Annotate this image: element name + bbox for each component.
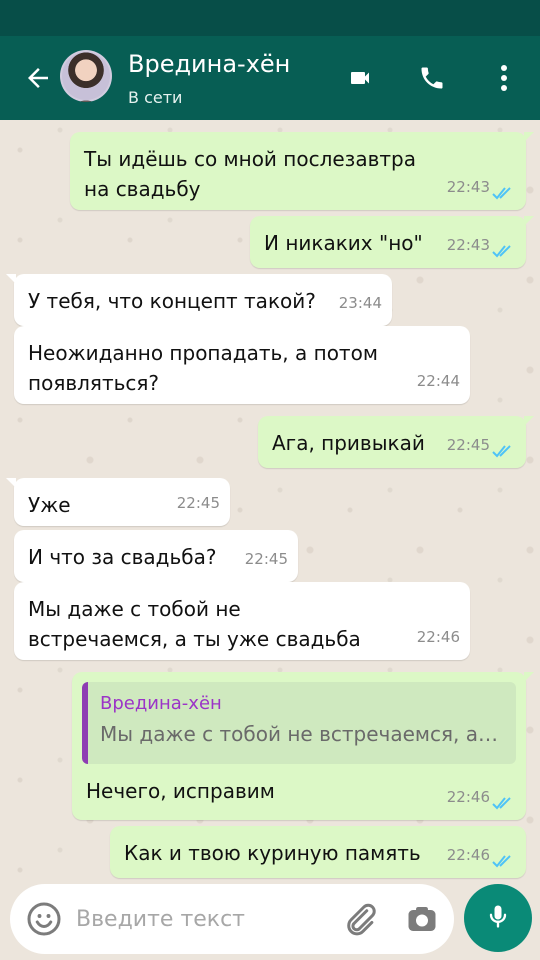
message-time: 22:44: [416, 372, 460, 390]
microphone-icon: [484, 902, 512, 934]
message-text: Уже: [28, 493, 71, 517]
contact-name[interactable]: Вредина-хён: [128, 50, 290, 78]
composer: [0, 880, 540, 960]
message-meta: 22:43: [447, 172, 516, 202]
contact-status: В сети: [128, 88, 183, 107]
message-meta: 22:44: [417, 366, 460, 396]
message-text: У тебя, что концепт такой?: [28, 289, 316, 313]
message-time: 22:46: [446, 846, 490, 864]
message-meta: 22:43: [447, 230, 516, 260]
message-time: 22:45: [244, 550, 288, 568]
message-bubble-outgoing[interactable]: Ага, привыкай 22:45: [258, 416, 534, 468]
more-options-button[interactable]: [486, 62, 522, 98]
message-text: Как и твою куриную память: [124, 841, 421, 865]
chat-area[interactable]: Ты идёшь со мной послезавтра на свадьбу …: [0, 120, 540, 880]
message-bubble-outgoing[interactable]: Ты идёшь со мной послезавтра на свадьбу …: [70, 132, 534, 210]
camera-button[interactable]: [404, 901, 440, 937]
quoted-reply[interactable]: Вредина-хён Мы даже с тобой не встречаем…: [82, 682, 516, 764]
message-bubble-incoming[interactable]: И что за свадьба? 22:45: [14, 530, 298, 582]
message-bubble-incoming[interactable]: Мы даже с тобой не встречаемся, а ты уже…: [14, 582, 470, 660]
message-time: 22:43: [446, 236, 490, 254]
read-ticks-icon: [492, 438, 516, 458]
emoji-button[interactable]: [26, 901, 62, 937]
back-button[interactable]: [18, 60, 58, 100]
attach-button[interactable]: [342, 901, 378, 937]
message-input-bar: [10, 884, 454, 954]
video-camera-icon: [345, 66, 375, 94]
quoted-text: Мы даже с тобой не встречаемся, а т...: [100, 722, 504, 746]
read-ticks-icon: [492, 180, 516, 200]
message-bubble-outgoing[interactable]: Как и твою куриную память 22:46: [110, 826, 526, 878]
voice-call-button[interactable]: [414, 62, 450, 98]
status-bar: [0, 0, 540, 36]
message-time: 22:46: [416, 628, 460, 646]
message-input[interactable]: [76, 898, 326, 940]
message-meta: 22:46: [447, 840, 516, 870]
chat-header: Вредина-хён В сети: [0, 36, 540, 120]
message-text: И никаких "но": [264, 231, 423, 255]
avatar[interactable]: [60, 50, 112, 102]
message-time: 22:43: [446, 178, 490, 196]
mic-button[interactable]: [464, 884, 532, 952]
message-text: Ты идёшь со мной послезавтра на свадьбу: [84, 147, 416, 201]
message-meta: 22:46: [417, 622, 460, 652]
read-ticks-icon: [492, 790, 516, 810]
message-meta: 22:46: [447, 782, 516, 812]
message-meta: 22:45: [447, 430, 516, 460]
message-meta: 22:45: [177, 488, 220, 518]
message-bubble-incoming[interactable]: У тебя, что концепт такой? 23:44: [6, 274, 392, 326]
read-ticks-icon: [492, 238, 516, 258]
emoji-icon: [26, 902, 62, 941]
message-time: 22:45: [176, 494, 220, 512]
message-text: Мы даже с тобой не встречаемся, а ты уже…: [28, 597, 361, 651]
message-text: И что за свадьба?: [28, 545, 217, 569]
message-text: Нечего, исправим: [86, 779, 275, 803]
message-time: 22:46: [446, 788, 490, 806]
message-bubble-incoming[interactable]: Уже 22:45: [6, 478, 230, 526]
quoted-author: Вредина-хён: [100, 693, 222, 714]
message-meta: 23:44: [339, 288, 382, 318]
video-call-button[interactable]: [342, 62, 378, 98]
message-time: 22:45: [446, 436, 490, 454]
more-vertical-icon: [499, 64, 509, 96]
message-time: 23:44: [338, 294, 382, 312]
message-bubble-outgoing[interactable]: И никаких "но" 22:43: [250, 216, 534, 268]
read-ticks-icon: [492, 848, 516, 868]
message-text: Ага, привыкай: [272, 431, 425, 455]
message-meta: 22:45: [245, 544, 288, 574]
message-text: Неожиданно пропадать, а потом появляться…: [28, 341, 378, 395]
camera-icon: [404, 907, 440, 941]
message-bubble-outgoing[interactable]: Вредина-хён Мы даже с тобой не встречаем…: [72, 672, 534, 820]
phone-icon: [418, 64, 446, 96]
arrow-left-icon: [23, 63, 53, 97]
message-bubble-incoming[interactable]: Неожиданно пропадать, а потом появляться…: [14, 326, 470, 404]
paperclip-icon: [342, 903, 378, 941]
